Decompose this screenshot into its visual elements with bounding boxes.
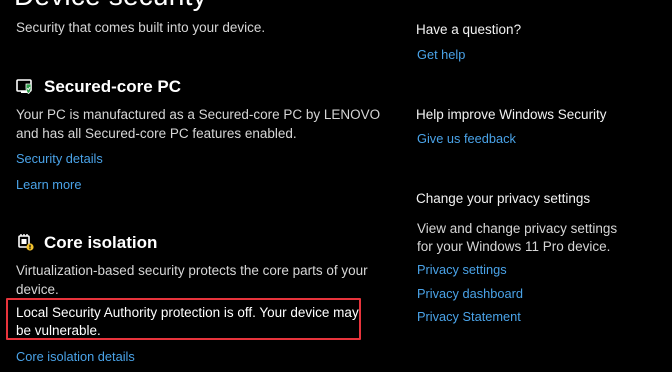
secured-core-description-line2: and has all Secured-core PC features ena… <box>16 126 297 141</box>
core-isolation-icon <box>16 233 34 251</box>
secured-core-description-line1: Your PC is manufactured as a Secured-cor… <box>16 107 381 122</box>
privacy-heading: Change your privacy settings <box>416 191 591 206</box>
core-isolation-heading: Core isolation <box>44 233 158 252</box>
privacy-settings-link[interactable]: Privacy settings <box>417 262 507 277</box>
security-details-link[interactable]: Security details <box>16 151 103 166</box>
core-isolation-description-line1: Virtualization-based security protects t… <box>16 263 368 278</box>
privacy-statement-link[interactable]: Privacy Statement <box>417 309 521 324</box>
privacy-description-line2: for your Windows 11 Pro device. <box>417 239 611 254</box>
chip-shield-icon <box>16 79 34 95</box>
secured-core-heading: Secured-core PC <box>44 77 181 96</box>
privacy-description-line1: View and change privacy settings <box>417 221 618 236</box>
help-improve-heading: Help improve Windows Security <box>416 107 607 122</box>
lsa-warning-line1: Local Security Authority protection is o… <box>16 305 359 320</box>
have-a-question-heading: Have a question? <box>416 22 522 37</box>
give-feedback-link[interactable]: Give us feedback <box>417 131 516 146</box>
core-isolation-description-line2: device. <box>16 282 59 297</box>
privacy-dashboard-link[interactable]: Privacy dashboard <box>417 286 523 301</box>
lsa-warning-line2: be vulnerable. <box>16 323 101 338</box>
core-isolation-details-link[interactable]: Core isolation details <box>16 349 135 364</box>
page-title: Device security <box>14 0 207 12</box>
get-help-link[interactable]: Get help <box>417 47 465 62</box>
learn-more-link[interactable]: Learn more <box>16 177 81 192</box>
page-subtitle: Security that comes built into your devi… <box>16 20 266 35</box>
